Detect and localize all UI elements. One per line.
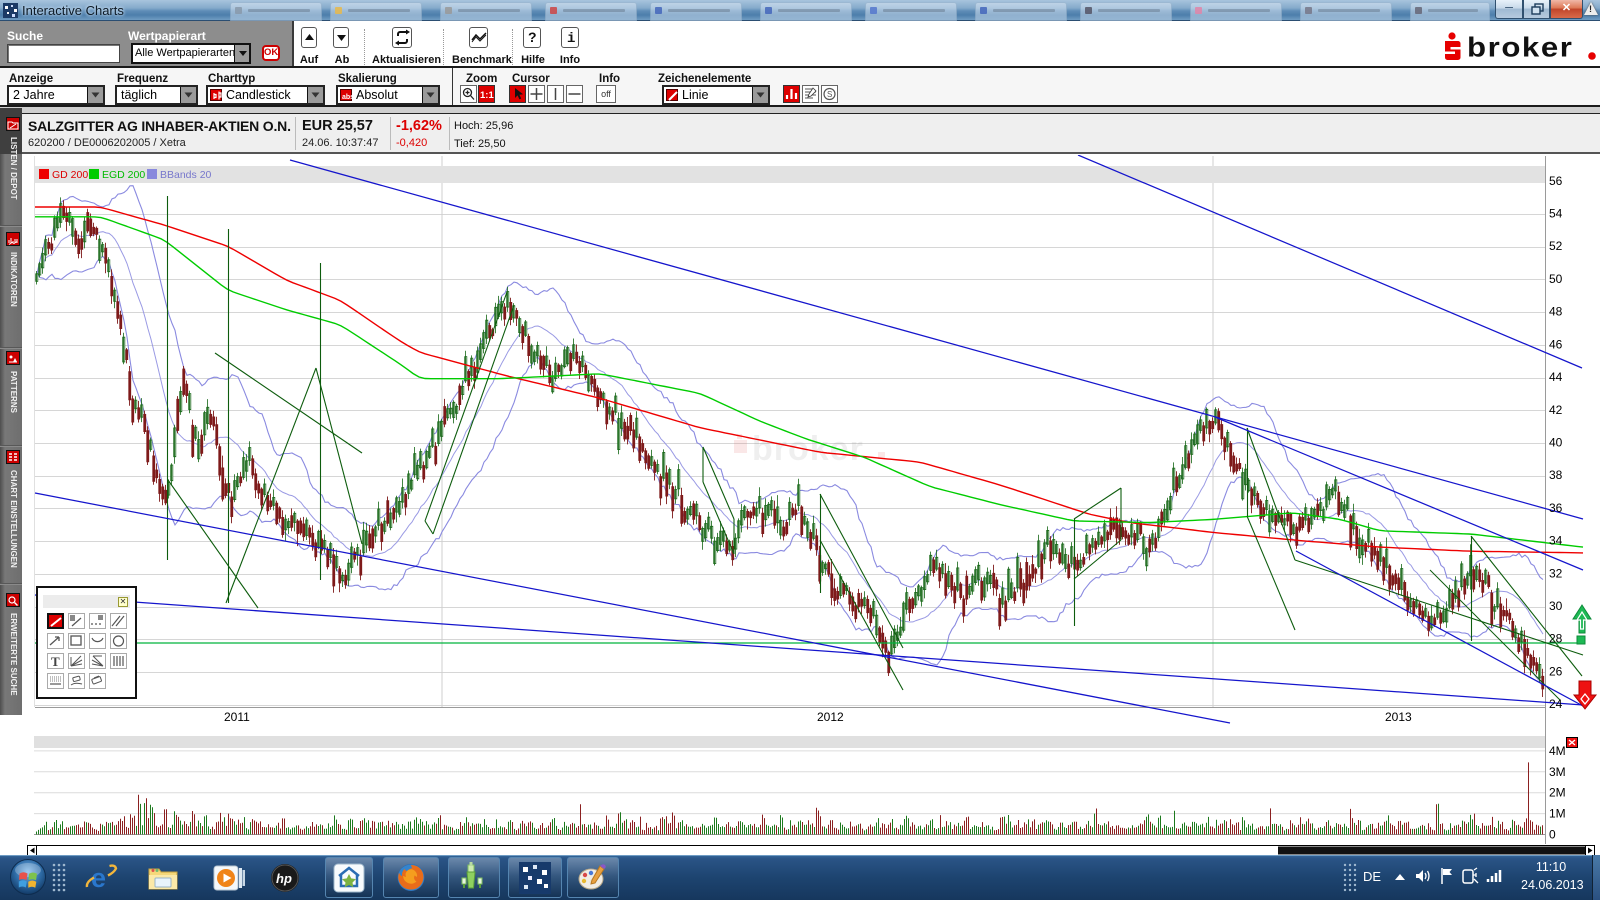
svg-text:abs: abs — [342, 94, 353, 101]
svg-text:?: ? — [528, 29, 537, 45]
svg-text:S: S — [827, 90, 832, 99]
svg-text:EGD 200: EGD 200 — [102, 169, 145, 181]
svg-text:46: 46 — [1549, 337, 1563, 351]
svg-text:42: 42 — [1549, 403, 1563, 417]
svg-text:i: i — [567, 31, 575, 47]
svg-text:2012: 2012 — [817, 710, 844, 724]
svg-text:1M: 1M — [1549, 807, 1566, 821]
svg-text:hp: hp — [276, 871, 292, 886]
svg-text:3M: 3M — [1549, 765, 1566, 779]
svg-text:BBands 20: BBands 20 — [160, 169, 212, 181]
svg-text:38: 38 — [1549, 468, 1563, 482]
svg-text:56: 56 — [1549, 174, 1563, 188]
svg-text:GD 200: GD 200 — [52, 169, 88, 181]
svg-text:0: 0 — [1549, 828, 1556, 842]
svg-text:32: 32 — [1549, 566, 1563, 580]
svg-text:34: 34 — [1549, 534, 1563, 548]
svg-text:2M: 2M — [1549, 786, 1566, 800]
svg-text:broker: broker — [752, 430, 864, 468]
svg-text:30: 30 — [1549, 599, 1563, 613]
svg-text:28: 28 — [1549, 632, 1563, 646]
svg-text:2013: 2013 — [1385, 710, 1412, 724]
svg-text:T: T — [51, 654, 60, 668]
svg-text:50: 50 — [1549, 272, 1563, 286]
svg-text:40: 40 — [1549, 436, 1563, 450]
svg-text:54: 54 — [1549, 207, 1563, 221]
svg-text:52: 52 — [1549, 239, 1563, 253]
svg-text:2011: 2011 — [224, 710, 250, 724]
svg-text:4M: 4M — [1549, 744, 1566, 758]
svg-text:24: 24 — [1549, 697, 1563, 711]
svg-text:26: 26 — [1549, 664, 1563, 678]
svg-text:1:1: 1:1 — [480, 90, 494, 101]
svg-text:48: 48 — [1549, 305, 1563, 319]
svg-text:broker: broker — [1467, 32, 1573, 62]
svg-text:44: 44 — [1549, 370, 1563, 384]
svg-text:36: 36 — [1549, 501, 1563, 515]
